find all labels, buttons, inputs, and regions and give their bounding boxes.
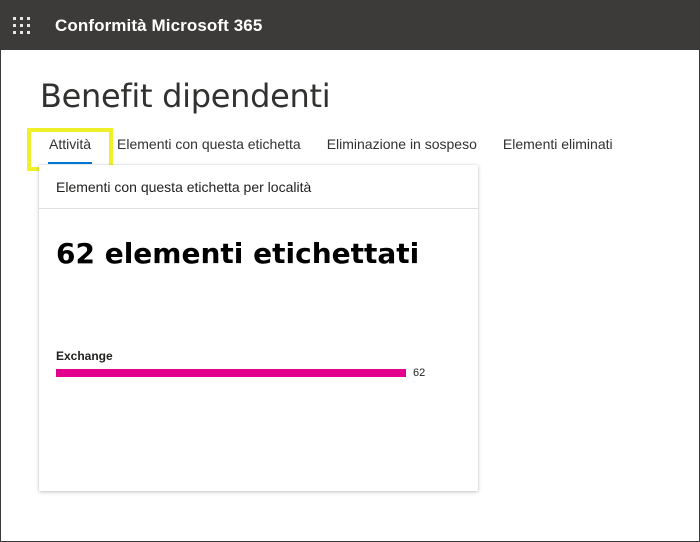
card-title: Elementi con questa etichetta per locali… xyxy=(39,165,478,209)
bar-category-label: Exchange xyxy=(56,349,113,363)
bar-track xyxy=(56,369,406,377)
labeled-items-count: 62 elementi etichettati xyxy=(56,237,420,270)
top-bar: Conformità Microsoft 365 xyxy=(1,1,699,50)
bar-value-label: 62 xyxy=(413,367,426,379)
app-launcher-grid xyxy=(12,17,30,34)
items-by-location-card: Elementi con questa etichetta per locali… xyxy=(39,165,478,491)
tab-label: Attività xyxy=(48,136,93,164)
app-window: Conformità Microsoft 365 Benefit dipende… xyxy=(0,0,700,542)
waffle-icon[interactable] xyxy=(1,1,41,50)
tab-elementi-con-etichetta[interactable]: Elementi con questa etichetta xyxy=(117,128,301,168)
tab-eliminazione-in-sospeso[interactable]: Eliminazione in sospeso xyxy=(327,128,477,168)
active-tab-indicator xyxy=(48,162,93,164)
page-title: Benefit dipendenti xyxy=(40,77,331,115)
bar-exchange xyxy=(56,369,406,377)
app-title[interactable]: Conformità Microsoft 365 xyxy=(55,16,262,36)
tab-elementi-eliminati[interactable]: Elementi eliminati xyxy=(503,128,613,168)
